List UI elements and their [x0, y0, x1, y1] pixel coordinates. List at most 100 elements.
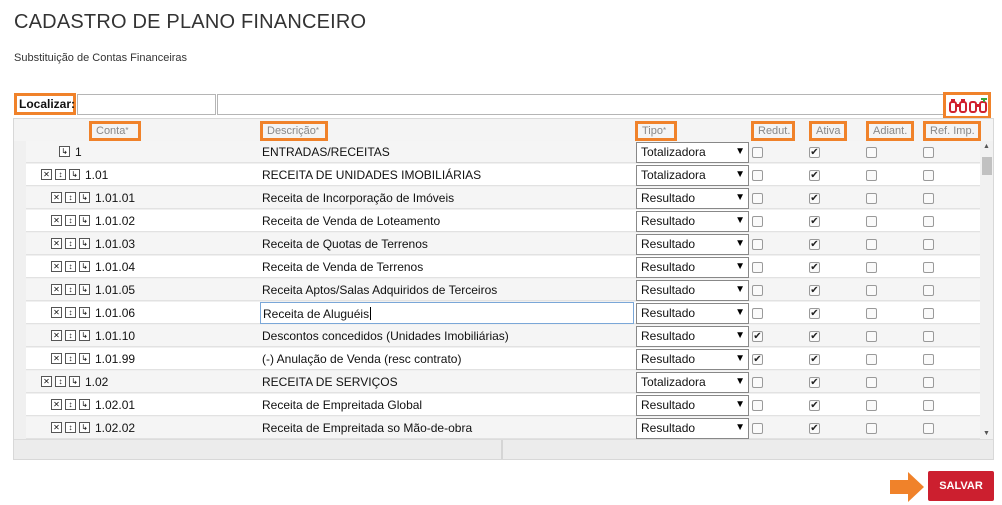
checkbox-ref-imp[interactable]: [923, 193, 934, 204]
scroll-up-icon[interactable]: ▲: [983, 143, 990, 150]
cell-tipo-select[interactable]: Resultado ▼: [636, 418, 749, 439]
binoculars-icon[interactable]: [949, 98, 967, 114]
column-header-adiant[interactable]: Adiant.: [866, 121, 914, 141]
reorder-row-icon[interactable]: ↕: [55, 169, 66, 180]
cell-tipo-select[interactable]: Resultado ▼: [636, 349, 749, 370]
column-header-ativa[interactable]: Ativa: [809, 121, 847, 141]
table-row[interactable]: ✕ ↕ ↳ 1.01.03 Receita de Quotas de Terrenos R…: [14, 233, 980, 256]
checkbox-redut[interactable]: [752, 239, 763, 250]
cell-tipo-select[interactable]: Resultado ▼: [636, 395, 749, 416]
table-row[interactable]: ✕ ↕ ↳ 1.01.02 Receita de Venda de Loteamento…: [14, 210, 980, 233]
dropdown-arrow-icon[interactable]: ▼: [735, 235, 745, 253]
indent-row-icon[interactable]: ↳: [79, 353, 90, 364]
cell-descricao[interactable]: Receita de Empreitada Global: [262, 398, 422, 412]
checkbox-adiant[interactable]: [866, 239, 877, 250]
cell-descricao[interactable]: Receita de Venda de Loteamento: [262, 214, 440, 228]
dropdown-arrow-icon[interactable]: ▼: [735, 373, 745, 391]
checkbox-ativa[interactable]: ✔: [809, 239, 820, 250]
cell-tipo-select[interactable]: Totalizadora ▼: [636, 165, 749, 186]
reorder-row-icon[interactable]: ↕: [65, 238, 76, 249]
checkbox-ativa[interactable]: ✔: [809, 377, 820, 388]
dropdown-arrow-icon[interactable]: ▼: [735, 327, 745, 345]
checkbox-adiant[interactable]: [866, 331, 877, 342]
checkbox-ativa[interactable]: ✔: [809, 262, 820, 273]
reorder-row-icon[interactable]: ↕: [65, 422, 76, 433]
dropdown-arrow-icon[interactable]: ▼: [735, 212, 745, 230]
cell-conta[interactable]: 1.02.01: [95, 398, 135, 412]
checkbox-ref-imp[interactable]: [923, 239, 934, 250]
cell-descricao[interactable]: ENTRADAS/RECEITAS: [262, 145, 390, 159]
reorder-row-icon[interactable]: ↕: [65, 261, 76, 272]
checkbox-ativa[interactable]: ✔: [809, 285, 820, 296]
checkbox-redut[interactable]: [752, 377, 763, 388]
checkbox-adiant[interactable]: [866, 262, 877, 273]
cell-conta[interactable]: 1.01.01: [95, 191, 135, 205]
indent-row-icon[interactable]: ↳: [59, 146, 70, 157]
checkbox-ativa[interactable]: ✔: [809, 400, 820, 411]
indent-row-icon[interactable]: ↳: [79, 399, 90, 410]
checkbox-ativa[interactable]: ✔: [809, 193, 820, 204]
search-input-code[interactable]: [77, 94, 216, 115]
checkbox-ref-imp[interactable]: [923, 423, 934, 434]
vertical-scrollbar[interactable]: ▲ ▼: [980, 141, 993, 439]
dropdown-arrow-icon[interactable]: ▼: [735, 304, 745, 322]
table-row[interactable]: ↳ 1 ENTRADAS/RECEITAS Totalizadora ▼ ✔: [14, 141, 980, 164]
reorder-row-icon[interactable]: ↕: [65, 399, 76, 410]
checkbox-adiant[interactable]: [866, 354, 877, 365]
cell-descricao[interactable]: (-) Anulação de Venda (resc contrato): [262, 352, 461, 366]
dropdown-arrow-icon[interactable]: ▼: [735, 189, 745, 207]
dropdown-arrow-icon[interactable]: ▼: [735, 166, 745, 184]
dropdown-arrow-icon[interactable]: ▼: [735, 396, 745, 414]
checkbox-ativa[interactable]: ✔: [809, 170, 820, 181]
save-button[interactable]: SALVAR: [928, 471, 994, 501]
table-row[interactable]: ✕ ↕ ↳ 1.01 RECEITA DE UNIDADES IMOBILIÁRIAS T…: [14, 164, 980, 187]
dropdown-arrow-icon[interactable]: ▼: [735, 419, 745, 437]
delete-row-icon[interactable]: ✕: [51, 422, 62, 433]
cell-descricao[interactable]: RECEITA DE UNIDADES IMOBILIÁRIAS: [262, 168, 481, 182]
indent-row-icon[interactable]: ↳: [79, 307, 90, 318]
cell-tipo-select[interactable]: Resultado ▼: [636, 303, 749, 324]
cell-conta[interactable]: 1.01.03: [95, 237, 135, 251]
reorder-row-icon[interactable]: ↕: [65, 307, 76, 318]
cell-tipo-select[interactable]: Resultado ▼: [636, 211, 749, 232]
table-row[interactable]: ✕ ↕ ↳ 1.02.01 Receita de Empreitada Global Re…: [14, 394, 980, 417]
table-row[interactable]: ✕ ↕ ↳ 1.01.04 Receita de Venda de Terrenos Re…: [14, 256, 980, 279]
checkbox-redut[interactable]: [752, 308, 763, 319]
delete-row-icon[interactable]: ✕: [51, 238, 62, 249]
column-header-descricao[interactable]: Descrição*: [260, 121, 328, 141]
cell-conta[interactable]: 1.01: [85, 168, 108, 182]
checkbox-redut[interactable]: [752, 262, 763, 273]
checkbox-redut[interactable]: [752, 216, 763, 227]
checkbox-ref-imp[interactable]: [923, 262, 934, 273]
cell-tipo-select[interactable]: Resultado ▼: [636, 257, 749, 278]
checkbox-adiant[interactable]: [866, 170, 877, 181]
checkbox-ref-imp[interactable]: [923, 400, 934, 411]
checkbox-ref-imp[interactable]: [923, 147, 934, 158]
checkbox-ativa[interactable]: ✔: [809, 354, 820, 365]
cell-conta[interactable]: 1.01.10: [95, 329, 135, 343]
delete-row-icon[interactable]: ✕: [51, 215, 62, 226]
delete-row-icon[interactable]: ✕: [51, 192, 62, 203]
column-header-redut[interactable]: Redut.: [751, 121, 795, 141]
dropdown-arrow-icon[interactable]: ▼: [735, 258, 745, 276]
checkbox-adiant[interactable]: [866, 400, 877, 411]
dropdown-arrow-icon[interactable]: ▼: [735, 350, 745, 368]
checkbox-adiant[interactable]: [866, 216, 877, 227]
cell-conta[interactable]: 1.01.02: [95, 214, 135, 228]
cell-conta[interactable]: 1: [75, 145, 82, 159]
indent-row-icon[interactable]: ↳: [79, 261, 90, 272]
cell-descricao[interactable]: Receita de Venda de Terrenos: [262, 260, 423, 274]
indent-row-icon[interactable]: ↳: [79, 330, 90, 341]
checkbox-redut[interactable]: ✔: [752, 354, 763, 365]
checkbox-adiant[interactable]: [866, 193, 877, 204]
delete-row-icon[interactable]: ✕: [51, 261, 62, 272]
cell-conta[interactable]: 1.01.06: [95, 306, 135, 320]
reorder-row-icon[interactable]: ↕: [65, 192, 76, 203]
cell-descricao[interactable]: Receita de Quotas de Terrenos: [262, 237, 428, 251]
delete-row-icon[interactable]: ✕: [41, 169, 52, 180]
checkbox-redut[interactable]: [752, 193, 763, 204]
reorder-row-icon[interactable]: ↕: [55, 376, 66, 387]
checkbox-ref-imp[interactable]: [923, 377, 934, 388]
delete-row-icon[interactable]: ✕: [51, 284, 62, 295]
cell-descricao[interactable]: Receita de Empreitada so Mão-de-obra: [262, 421, 472, 435]
